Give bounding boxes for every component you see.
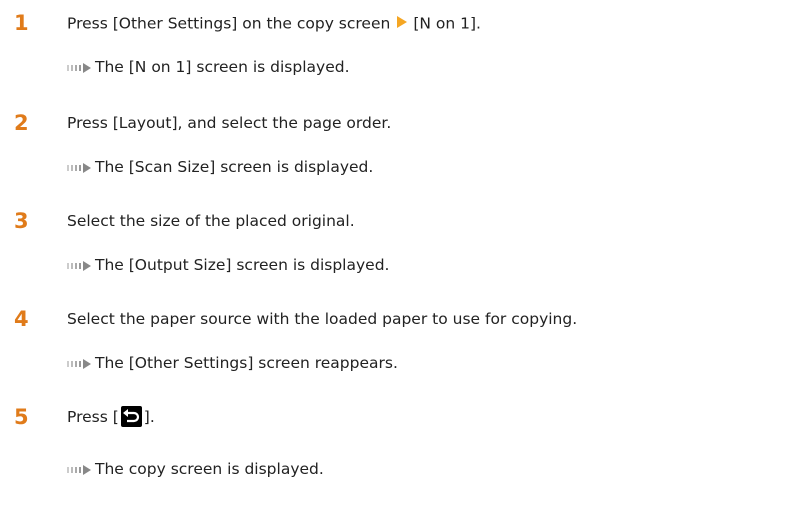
step-result-text: The [N on 1] screen is displayed. bbox=[95, 58, 350, 76]
step-instruction: Select the paper source with the loaded … bbox=[67, 310, 578, 328]
step-result: The copy screen is displayed. bbox=[67, 458, 324, 480]
step-number: 3 bbox=[14, 209, 29, 233]
procedure-steps: 1 Press [Other Settings] on the copy scr… bbox=[0, 0, 804, 525]
step-result: The [N on 1] screen is displayed. bbox=[67, 56, 350, 78]
step-text-after: ]. bbox=[143, 408, 155, 426]
result-arrow-icon bbox=[67, 58, 91, 77]
step-instruction: Press [Layout], and select the page orde… bbox=[67, 114, 392, 132]
step-instruction: Press [Other Settings] on the copy scree… bbox=[67, 12, 481, 36]
step-result: The [Other Settings] screen reappears. bbox=[67, 352, 398, 374]
step-result-text: The [Output Size] screen is displayed. bbox=[95, 256, 390, 274]
result-arrow-icon bbox=[67, 256, 91, 275]
step-number: 4 bbox=[14, 307, 29, 331]
step-text-after: [N on 1]. bbox=[413, 14, 481, 33]
step-instruction: Select the size of the placed original. bbox=[67, 212, 355, 230]
step-instruction: Press []. bbox=[67, 406, 155, 429]
step-number: 5 bbox=[14, 405, 29, 429]
result-arrow-icon bbox=[67, 354, 91, 373]
step-text-before: Press [ bbox=[67, 408, 119, 426]
play-arrow-icon bbox=[397, 12, 408, 34]
back-icon bbox=[120, 406, 142, 427]
step-result-text: The copy screen is displayed. bbox=[95, 460, 324, 478]
step-text-before: Press [Other Settings] on the copy scree… bbox=[67, 14, 391, 33]
step-result: The [Output Size] screen is displayed. bbox=[67, 254, 389, 276]
step-result: The [Scan Size] screen is displayed. bbox=[67, 156, 373, 178]
result-arrow-icon bbox=[67, 158, 91, 177]
step-number: 2 bbox=[14, 111, 29, 135]
step-number: 1 bbox=[14, 11, 29, 35]
step-result-text: The [Other Settings] screen reappears. bbox=[95, 354, 398, 372]
result-arrow-icon bbox=[67, 460, 91, 479]
step-result-text: The [Scan Size] screen is displayed. bbox=[95, 158, 374, 176]
